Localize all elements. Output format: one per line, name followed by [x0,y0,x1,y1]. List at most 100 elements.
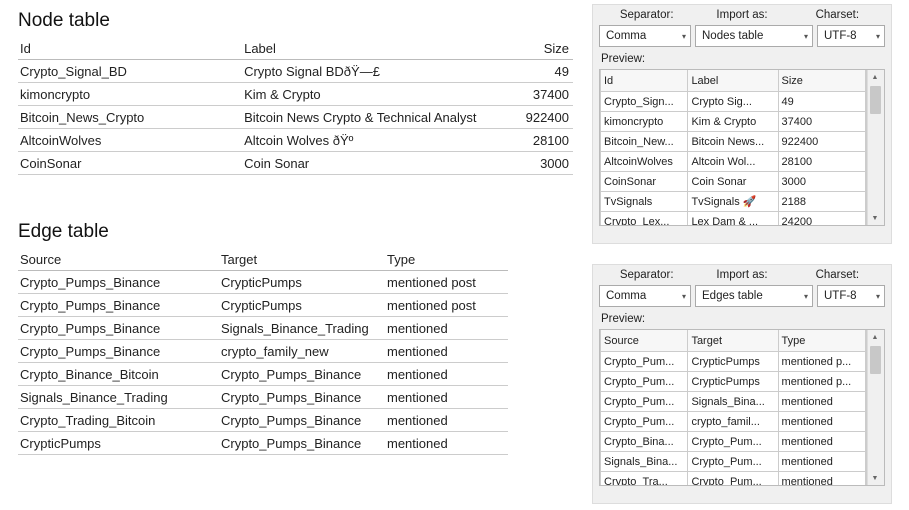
cell-type: mentioned [385,432,508,455]
cell-label: Kim & Crypto [242,83,524,106]
table-row[interactable]: AltcoinWolvesAltcoin Wol...28100 [601,152,866,172]
cell-size: 28100 [524,129,573,152]
cell: 24200 [778,212,865,226]
cell-id: Bitcoin_News_Crypto [18,106,242,129]
table-row[interactable]: Crypto_Pum...CrypticPumpsmentioned p... [601,352,866,372]
cell-source: Signals_Binance_Trading [18,386,219,409]
preview-label: Preview: [601,313,885,325]
node-table-heading: Node table [18,10,578,32]
table-row[interactable]: Crypto_Lex...Lex Dam & ...24200 [601,212,866,226]
cell: CrypticPumps [688,352,778,372]
node-table: Id Label Size Crypto_Signal_BDCrypto Sig… [18,38,573,175]
import-as-label: Import as: [694,9,789,21]
cell-source: Crypto_Pumps_Binance [18,340,219,363]
cell: Bitcoin News... [688,132,778,152]
cell-source: Crypto_Pumps_Binance [18,317,219,340]
charset-combo[interactable]: UTF-8 ▾ [817,25,885,47]
import-as-combo[interactable]: Nodes table ▾ [695,25,813,47]
table-row[interactable]: Signals_Bina...Crypto_Pum...mentioned [601,452,866,472]
cell-target: Crypto_Pumps_Binance [219,432,385,455]
cell-source: Crypto_Pumps_Binance [18,271,219,294]
separator-label: Separator: [599,269,694,281]
preview-edges: Source Target Type Crypto_Pum...CrypticP… [599,329,885,486]
charset-combo[interactable]: UTF-8 ▾ [817,285,885,307]
cell: Crypto_Pum... [601,352,688,372]
charset-label: Charset: [790,269,885,281]
separator-value: Comma [606,30,646,42]
cell: TvSignals 🚀 [688,192,778,212]
cell: Crypto Sig... [688,92,778,112]
import-as-combo[interactable]: Edges table ▾ [695,285,813,307]
cell: Lex Dam & ... [688,212,778,226]
chevron-down-icon: ▾ [682,292,686,301]
chevron-down-icon: ▾ [804,32,808,41]
cell: 3000 [778,172,865,192]
cell: 2188 [778,192,865,212]
scroll-down-icon[interactable]: ▼ [868,211,882,225]
table-row[interactable]: kimoncryptoKim & Crypto37400 [601,112,866,132]
cell: Crypto_Pum... [601,412,688,432]
table-row[interactable]: Crypto_Pum...crypto_famil...mentioned [601,412,866,432]
cell: Signals_Bina... [601,452,688,472]
table-row: AltcoinWolvesAltcoin Wolves ðŸº28100 [18,129,573,152]
cell-size: 3000 [524,152,573,175]
chevron-down-icon: ▾ [682,32,686,41]
table-row: Crypto_Signal_BDCrypto Signal BDðŸ—£49 [18,60,573,83]
cell: mentioned [778,452,865,472]
import-as-label: Import as: [694,269,789,281]
table-row[interactable]: Crypto_Sign...Crypto Sig...49 [601,92,866,112]
cell: Coin Sonar [688,172,778,192]
scroll-thumb[interactable] [870,346,881,374]
cell: 49 [778,92,865,112]
cell: Signals_Bina... [688,392,778,412]
import-panel-nodes: Separator: Import as: Charset: Comma ▾ N… [592,4,892,244]
scroll-up-icon[interactable]: ▲ [868,70,882,84]
cell-source: Crypto_Pumps_Binance [18,294,219,317]
cell-size: 49 [524,60,573,83]
cell-type: mentioned [385,409,508,432]
cell-target: Crypto_Pumps_Binance [219,386,385,409]
preview-edges-grid[interactable]: Source Target Type Crypto_Pum...CrypticP… [600,330,866,485]
table-row: Crypto_Pumps_Binancecrypto_family_newmen… [18,340,508,363]
table-row: kimoncryptoKim & Crypto37400 [18,83,573,106]
cell-label: Crypto Signal BDðŸ—£ [242,60,524,83]
preview-th: Label [688,70,778,92]
cell: 28100 [778,152,865,172]
cell: CoinSonar [601,172,688,192]
cell-type: mentioned [385,363,508,386]
cell: Altcoin Wol... [688,152,778,172]
table-row[interactable]: TvSignalsTvSignals 🚀2188 [601,192,866,212]
table-row[interactable]: Crypto_Bina...Crypto_Pum...mentioned [601,432,866,452]
edge-th-type: Type [385,249,508,271]
cell-id: CoinSonar [18,152,242,175]
cell: Crypto_Pum... [688,452,778,472]
separator-combo[interactable]: Comma ▾ [599,25,691,47]
charset-value: UTF-8 [824,290,857,302]
cell: mentioned [778,392,865,412]
scroll-down-icon[interactable]: ▼ [868,471,882,485]
separator-combo[interactable]: Comma ▾ [599,285,691,307]
cell-target: Crypto_Pumps_Binance [219,409,385,432]
cell-target: crypto_family_new [219,340,385,363]
cell: Crypto_Pum... [688,472,778,486]
chevron-down-icon: ▾ [876,32,880,41]
cell: AltcoinWolves [601,152,688,172]
preview-label: Preview: [601,53,885,65]
table-row[interactable]: CoinSonarCoin Sonar3000 [601,172,866,192]
chevron-down-icon: ▾ [804,292,808,301]
table-row[interactable]: Crypto_Pum...CrypticPumpsmentioned p... [601,372,866,392]
scrollbar[interactable]: ▲ ▼ [867,330,884,485]
cell: Crypto_Pum... [688,432,778,452]
table-row[interactable]: Crypto_Tra...Crypto_Pum...mentioned [601,472,866,486]
separator-value: Comma [606,290,646,302]
preview-nodes-grid[interactable]: Id Label Size Crypto_Sign...Crypto Sig..… [600,70,866,225]
cell-source: CrypticPumps [18,432,219,455]
scroll-thumb[interactable] [870,86,881,114]
scroll-up-icon[interactable]: ▲ [868,330,882,344]
scrollbar[interactable]: ▲ ▼ [867,70,884,225]
table-row[interactable]: Bitcoin_New...Bitcoin News...922400 [601,132,866,152]
table-row[interactable]: Crypto_Pum...Signals_Bina...mentioned [601,392,866,412]
preview-th: Source [601,330,688,352]
import-as-value: Edges table [702,290,763,302]
node-th-id: Id [18,38,242,60]
